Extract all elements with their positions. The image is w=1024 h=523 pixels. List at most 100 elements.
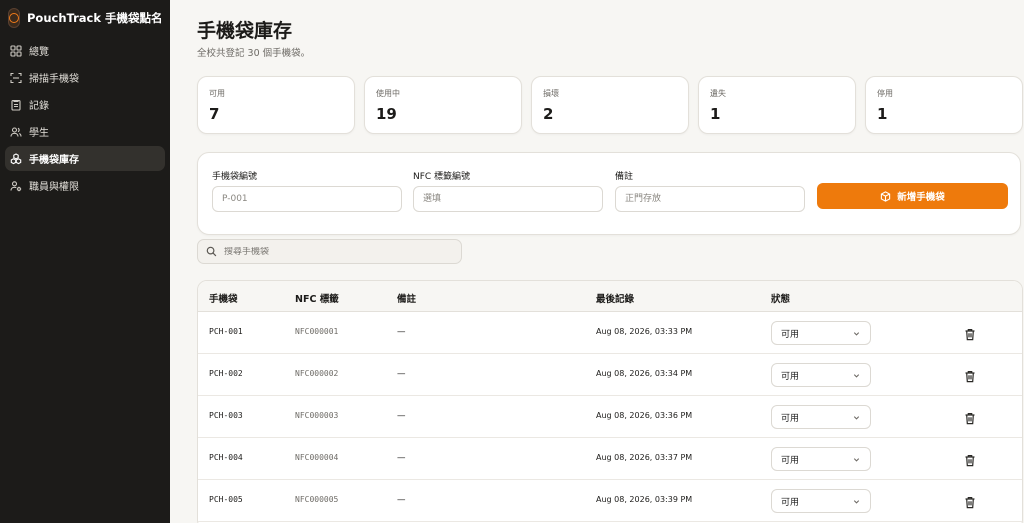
- delete-button[interactable]: [964, 494, 976, 509]
- column-header-status[interactable]: 狀態: [771, 291, 790, 305]
- pouch-id-cell: PCH-005: [209, 495, 243, 504]
- app-name: PouchTrack 手機袋點名: [27, 11, 163, 25]
- chevron-down-icon: [853, 457, 860, 462]
- chevron-down-icon: [853, 415, 860, 420]
- search-box[interactable]: [197, 239, 462, 264]
- delete-button[interactable]: [964, 452, 976, 467]
- note-field: 備註: [615, 169, 805, 212]
- note-cell: —: [397, 411, 406, 421]
- pouch-id-cell: PCH-002: [209, 369, 243, 378]
- status-select[interactable]: 可用: [771, 363, 871, 387]
- stat-label: 遺失: [710, 89, 726, 98]
- status-value: 可用: [781, 371, 800, 382]
- sidebar-item-overview[interactable]: 總覽: [5, 38, 165, 63]
- table-row: PCH-001 NFC000001 — Aug 08, 2026, 03:33 …: [198, 312, 1022, 354]
- user-cog-icon: [10, 180, 22, 192]
- last-record-cell: Aug 08, 2026, 03:39 PM: [596, 495, 693, 504]
- pouch-id-field: 手機袋編號: [212, 169, 402, 212]
- table-row: PCH-005 NFC000005 — Aug 08, 2026, 03:39 …: [198, 480, 1022, 522]
- nfc-id-input[interactable]: [413, 186, 603, 212]
- sidebar-item-label: 學生: [29, 128, 49, 139]
- status-select[interactable]: 可用: [771, 321, 871, 345]
- column-header-last-record[interactable]: 最後記錄: [596, 291, 634, 305]
- table-row: PCH-003 NFC000003 — Aug 08, 2026, 03:36 …: [198, 396, 1022, 438]
- sidebar-item-records[interactable]: 記錄: [5, 92, 165, 117]
- stat-card-lost: 遺失 1: [698, 76, 856, 134]
- sidebar-item-scan[interactable]: 掃描手機袋: [5, 65, 165, 90]
- stat-value: 19: [376, 105, 397, 123]
- stat-value: 1: [877, 105, 888, 123]
- stat-label: 可用: [209, 89, 225, 98]
- stat-label: 使用中: [376, 89, 400, 98]
- stat-card-available: 可用 7: [197, 76, 355, 134]
- trash-icon: [965, 497, 975, 509]
- page-title: 手機袋庫存: [197, 20, 293, 42]
- nfc-id-field: NFC 標籤編號: [413, 169, 603, 212]
- column-header-note[interactable]: 備註: [397, 291, 416, 305]
- delete-button[interactable]: [964, 368, 976, 383]
- pouch-table: 手機袋 NFC 標籤 備註 最後記錄 狀態 PCH-001 NFC000001 …: [197, 280, 1023, 523]
- table-row: PCH-002 NFC000002 — Aug 08, 2026, 03:34 …: [198, 354, 1022, 396]
- pouch-id-cell: PCH-004: [209, 453, 243, 462]
- sidebar-item-label: 手機袋庫存: [29, 155, 79, 166]
- note-cell: —: [397, 453, 406, 463]
- table-row: PCH-004 NFC000004 — Aug 08, 2026, 03:37 …: [198, 438, 1022, 480]
- stat-label: 損壞: [543, 89, 559, 98]
- stat-card-disabled: 停用 1: [865, 76, 1023, 134]
- status-select[interactable]: 可用: [771, 405, 871, 429]
- nfc-cell: NFC000003: [295, 411, 339, 420]
- trash-icon: [965, 371, 975, 383]
- note-input[interactable]: [615, 186, 805, 212]
- sidebar-item-label: 總覽: [29, 47, 49, 58]
- sidebar-item-students[interactable]: 學生: [5, 119, 165, 144]
- nfc-cell: NFC000005: [295, 495, 339, 504]
- chevron-down-icon: [853, 373, 860, 378]
- last-record-cell: Aug 08, 2026, 03:36 PM: [596, 411, 693, 420]
- scan-icon: [10, 72, 22, 84]
- nfc-cell: NFC000001: [295, 327, 339, 336]
- delete-button[interactable]: [964, 326, 976, 341]
- pouch-id-cell: PCH-003: [209, 411, 243, 420]
- pouch-id-label: 手機袋編號: [212, 172, 258, 182]
- sidebar-item-label: 職員與權限: [29, 182, 79, 193]
- sidebar-item-label: 掃描手機袋: [29, 74, 79, 85]
- clipboard-icon: [10, 99, 22, 111]
- note-cell: —: [397, 327, 406, 337]
- trash-icon: [965, 329, 975, 341]
- nfc-cell: NFC000002: [295, 369, 339, 378]
- sidebar: PouchTrack 手機袋點名 總覽 掃描手機袋 記錄 學生 手機袋庫存 職員…: [0, 0, 170, 523]
- stat-value: 2: [543, 105, 554, 123]
- main-content: 手機袋庫存 全校共登記 30 個手機袋。 可用 7 使用中 19 損壞 2 遺失…: [170, 0, 1024, 523]
- brand[interactable]: PouchTrack 手機袋點名: [0, 0, 170, 36]
- nfc-cell: NFC000004: [295, 453, 339, 462]
- stats-row: 可用 7 使用中 19 損壞 2 遺失 1 停用 1: [197, 76, 1023, 134]
- add-pouch-button[interactable]: 新增手機袋: [817, 183, 1008, 209]
- status-select[interactable]: 可用: [771, 489, 871, 513]
- sidebar-item-pouch-inventory[interactable]: 手機袋庫存: [5, 146, 165, 171]
- sidebar-item-staff-permissions[interactable]: 職員與權限: [5, 173, 165, 198]
- pouch-id-cell: PCH-001: [209, 327, 243, 336]
- chevron-down-icon: [853, 331, 860, 336]
- table-header: 手機袋 NFC 標籤 備註 最後記錄 狀態: [198, 281, 1022, 312]
- note-cell: —: [397, 369, 406, 379]
- add-pouch-label: 新增手機袋: [897, 192, 945, 203]
- sidebar-nav: 總覽 掃描手機袋 記錄 學生 手機袋庫存 職員與權限: [0, 38, 170, 198]
- delete-button[interactable]: [964, 410, 976, 425]
- trash-icon: [965, 455, 975, 467]
- pouch-id-input[interactable]: [212, 186, 402, 212]
- grid-icon: [10, 44, 22, 57]
- nfc-id-label: NFC 標籤編號: [413, 172, 471, 182]
- users-icon: [10, 126, 22, 138]
- column-header-pouch[interactable]: 手機袋: [209, 291, 238, 305]
- note-cell: —: [397, 495, 406, 505]
- search-input[interactable]: [224, 246, 444, 257]
- column-header-nfc[interactable]: NFC 標籤: [295, 291, 339, 305]
- status-value: 可用: [781, 329, 800, 340]
- note-label: 備註: [615, 172, 634, 182]
- status-select[interactable]: 可用: [771, 447, 871, 471]
- box-icon: [881, 190, 891, 202]
- sidebar-item-label: 記錄: [29, 101, 49, 112]
- stat-value: 1: [710, 105, 721, 123]
- add-pouch-form: 手機袋編號 NFC 標籤編號 備註 新增手機袋: [197, 152, 1021, 235]
- status-value: 可用: [781, 455, 800, 466]
